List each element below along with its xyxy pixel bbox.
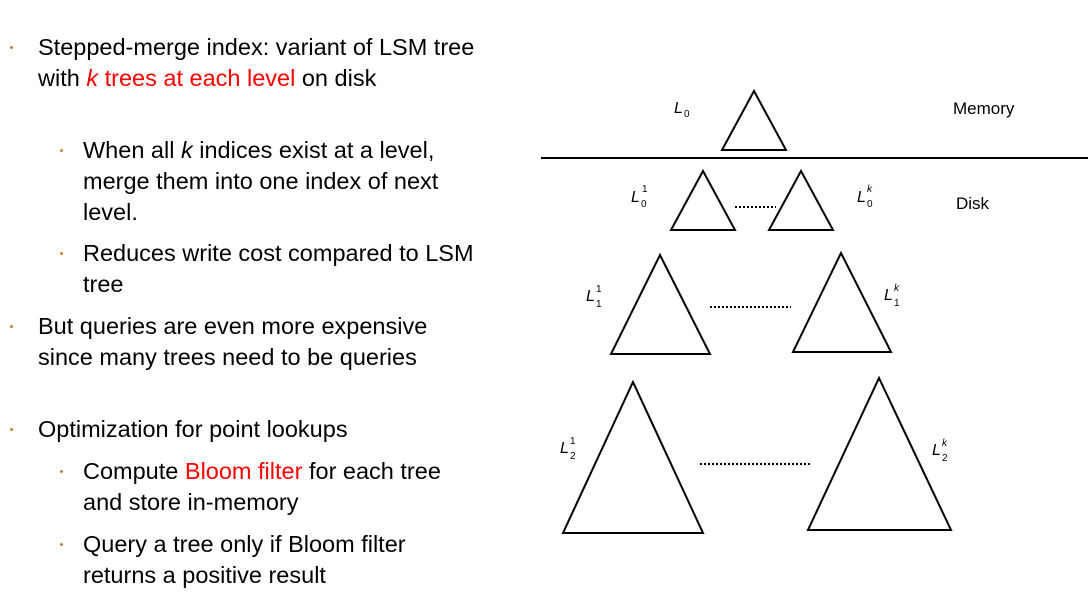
svg-text:k: k xyxy=(894,283,900,294)
svg-text:1: 1 xyxy=(894,298,900,309)
disk-level-0-tree-first xyxy=(669,168,737,231)
svg-text:L: L xyxy=(884,287,893,304)
level-1-tree-last xyxy=(791,250,893,353)
level-0-memory-label: L 0 xyxy=(674,100,690,120)
disk-label: Disk xyxy=(956,194,990,213)
svg-text:2: 2 xyxy=(570,451,576,462)
svg-text:1: 1 xyxy=(596,284,602,295)
svg-text:2: 2 xyxy=(942,453,948,464)
level-1-last-label: L k 1 xyxy=(884,283,900,309)
disk-level-0-tree-last xyxy=(767,168,835,231)
svg-text:L: L xyxy=(674,100,683,117)
level-2-tree-last xyxy=(806,375,953,531)
level-2-tree-first xyxy=(561,379,705,534)
svg-text:L: L xyxy=(560,440,569,457)
stepped-merge-diagram: Memory Disk L 0 L 1 0 L k 0 L 1 1 L k 1 … xyxy=(541,88,1088,534)
svg-text:k: k xyxy=(942,438,948,449)
svg-text:1: 1 xyxy=(642,184,648,195)
memory-label: Memory xyxy=(953,99,1015,118)
level-2-last-label: L k 2 xyxy=(932,438,948,464)
svg-text:k: k xyxy=(867,184,873,195)
level-0-disk-first-label: L 1 0 xyxy=(631,184,648,210)
level-1-first-label: L 1 1 xyxy=(586,284,602,310)
level-0-disk-last-label: L k 0 xyxy=(857,184,873,210)
memory-tree-triangle xyxy=(720,88,788,151)
level-1-tree-first xyxy=(609,252,712,355)
svg-text:0: 0 xyxy=(867,199,873,210)
svg-text:0: 0 xyxy=(641,199,647,210)
svg-text:L: L xyxy=(857,189,866,206)
level-2-first-label: L 1 2 xyxy=(560,436,576,462)
svg-text:L: L xyxy=(586,288,595,305)
svg-text:1: 1 xyxy=(570,436,576,447)
svg-text:L: L xyxy=(932,442,941,459)
svg-text:1: 1 xyxy=(596,299,602,310)
svg-text:L: L xyxy=(631,189,640,206)
svg-text:0: 0 xyxy=(684,109,690,120)
